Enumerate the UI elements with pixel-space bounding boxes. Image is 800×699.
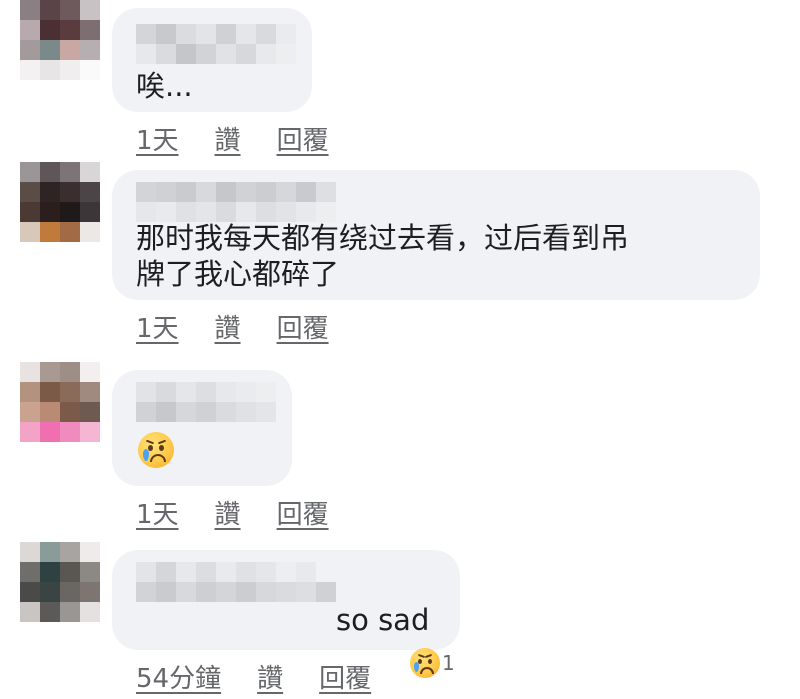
comment-bubble [112, 370, 292, 486]
reply-button[interactable]: 回覆 [277, 120, 329, 157]
reply-button[interactable]: 回覆 [277, 308, 329, 345]
comment-text: so sad [336, 603, 430, 637]
commenter-name-blurred[interactable] [136, 382, 276, 422]
like-button[interactable]: 讚 [215, 308, 241, 345]
avatar[interactable] [20, 162, 100, 242]
like-button[interactable]: 讚 [215, 494, 241, 531]
like-button[interactable]: 讚 [215, 120, 241, 157]
timestamp-link[interactable]: 1天 [136, 494, 179, 531]
reply-button[interactable]: 回覆 [319, 658, 371, 695]
like-button[interactable]: 讚 [257, 658, 283, 695]
commenter-name-blurred[interactable] [136, 182, 336, 222]
commenter-name-blurred[interactable] [136, 24, 296, 64]
reaction-count: 1 [442, 651, 455, 675]
timestamp-link[interactable]: 54分鐘 [136, 658, 221, 695]
avatar[interactable] [20, 362, 100, 442]
timestamp-link[interactable]: 1天 [136, 120, 179, 157]
comment-actions: 1天 讚 回覆 [136, 308, 329, 345]
timestamp-link[interactable]: 1天 [136, 308, 179, 345]
comment-actions: 1天 讚 回覆 [136, 494, 329, 531]
comment-bubble: 那时我每天都有绕过去看，过后看到吊 牌了我心都碎了 [112, 170, 760, 300]
avatar[interactable] [20, 0, 100, 80]
reaction-summary[interactable]: 1 [410, 648, 455, 678]
commenter-name-blurred[interactable] [136, 562, 336, 602]
comment-text-line-1: 那时我每天都有绕过去看，过后看到吊 [136, 221, 630, 255]
comment-text: 唉... [136, 69, 193, 103]
crying-face-icon [138, 432, 174, 468]
crying-face-icon [410, 648, 440, 678]
comment-bubble: 唉... [112, 8, 312, 112]
comment-text-line-2: 牌了我心都碎了 [136, 257, 340, 291]
comment-actions: 54分鐘 讚 回覆 [136, 658, 371, 695]
avatar[interactable] [20, 542, 100, 622]
comment-bubble: so sad [112, 550, 460, 650]
reply-button[interactable]: 回覆 [277, 494, 329, 531]
comment-actions: 1天 讚 回覆 [136, 120, 329, 157]
